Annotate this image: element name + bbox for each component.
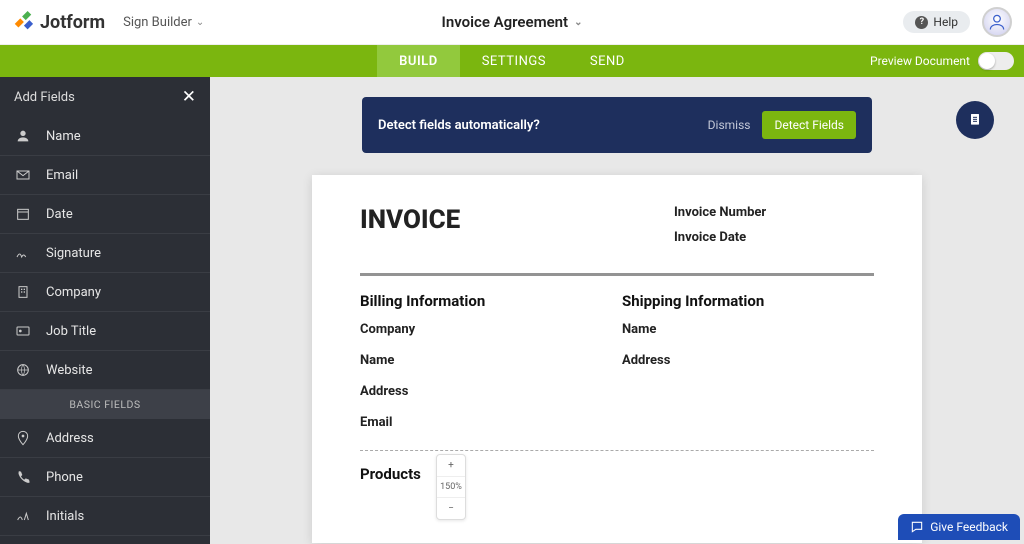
logo-icon bbox=[12, 11, 34, 33]
sign-builder-dropdown[interactable]: Sign Builder ⌄ bbox=[123, 15, 204, 30]
document-page: INVOICE Invoice Number Invoice Date Bill… bbox=[312, 175, 922, 543]
detect-fields-button[interactable]: Detect Fields bbox=[762, 111, 856, 139]
tab-build[interactable]: BUILD bbox=[377, 45, 460, 77]
sidebar-item-label: Signature bbox=[46, 246, 101, 261]
sidebar-item-label: Name bbox=[46, 129, 81, 144]
document-title-dropdown[interactable]: Invoice Agreement ⌄ bbox=[442, 13, 583, 31]
billing-header: Billing Information bbox=[360, 292, 612, 310]
pages-fab[interactable] bbox=[956, 101, 994, 139]
sidebar-title: Add Fields bbox=[14, 90, 75, 105]
dismiss-button[interactable]: Dismiss bbox=[708, 118, 751, 132]
sidebar: Add Fields ✕ Name Email Date Signature C… bbox=[0, 77, 210, 544]
invoice-number-label: Invoice Number bbox=[674, 205, 874, 220]
basic-fields-header: BASIC FIELDS bbox=[0, 390, 210, 419]
sidebar-item-job-title[interactable]: Job Title bbox=[0, 312, 210, 351]
shipping-name-label: Name bbox=[622, 322, 874, 337]
sidebar-item-address[interactable]: Address bbox=[0, 419, 210, 458]
sidebar-item-date[interactable]: Date bbox=[0, 195, 210, 234]
sidebar-item-website[interactable]: Website bbox=[0, 351, 210, 390]
sidebar-item-initials[interactable]: Initials bbox=[0, 497, 210, 536]
document-icon bbox=[967, 112, 983, 128]
user-icon bbox=[14, 127, 32, 145]
billing-address-label: Address bbox=[360, 384, 612, 399]
logo[interactable]: Jotform bbox=[12, 11, 105, 33]
sidebar-item-name[interactable]: Name bbox=[0, 117, 210, 156]
zoom-control: + 150% − bbox=[436, 454, 466, 520]
sidebar-item-label: Initials bbox=[46, 509, 84, 524]
sidebar-item-label: Email bbox=[46, 168, 78, 183]
chat-icon bbox=[910, 520, 924, 534]
sidebar-item-phone[interactable]: Phone bbox=[0, 458, 210, 497]
close-icon[interactable]: ✕ bbox=[182, 87, 196, 107]
sidebar-item-label: Phone bbox=[46, 470, 83, 485]
divider bbox=[360, 273, 874, 276]
sidebar-item-signature[interactable]: Signature bbox=[0, 234, 210, 273]
detect-banner: Detect fields automatically? Dismiss Det… bbox=[362, 97, 872, 153]
billing-company-label: Company bbox=[360, 322, 612, 337]
sidebar-item-company[interactable]: Company bbox=[0, 273, 210, 312]
chevron-down-icon: ⌄ bbox=[574, 17, 582, 28]
shipping-header: Shipping Information bbox=[622, 292, 874, 310]
sign-builder-label: Sign Builder bbox=[123, 15, 192, 30]
canvas: Detect fields automatically? Dismiss Det… bbox=[210, 77, 1024, 544]
initials-icon bbox=[14, 507, 32, 525]
tab-bar: BUILD SETTINGS SEND Preview Document bbox=[0, 45, 1024, 77]
banner-text: Detect fields automatically? bbox=[378, 118, 540, 133]
help-label: Help bbox=[933, 15, 958, 29]
sidebar-item-label: Address bbox=[46, 431, 94, 446]
sidebar-item-email[interactable]: Email bbox=[0, 156, 210, 195]
globe-icon bbox=[14, 361, 32, 379]
dashed-divider bbox=[360, 450, 874, 451]
feedback-label: Give Feedback bbox=[930, 520, 1008, 534]
billing-email-label: Email bbox=[360, 415, 612, 430]
user-icon bbox=[987, 12, 1007, 32]
invoice-title: INVOICE bbox=[360, 205, 674, 235]
tab-settings[interactable]: SETTINGS bbox=[460, 45, 568, 77]
shipping-address-label: Address bbox=[622, 353, 874, 368]
billing-name-label: Name bbox=[360, 353, 612, 368]
calendar-icon bbox=[14, 205, 32, 223]
zoom-out-button[interactable]: − bbox=[437, 497, 465, 519]
help-button[interactable]: ? Help bbox=[903, 11, 970, 33]
preview-label: Preview Document bbox=[870, 54, 970, 68]
building-icon bbox=[14, 283, 32, 301]
sidebar-item-label: Company bbox=[46, 285, 101, 300]
chevron-down-icon: ⌄ bbox=[196, 17, 204, 28]
envelope-icon bbox=[14, 166, 32, 184]
preview-toggle[interactable] bbox=[978, 52, 1014, 70]
document-title: Invoice Agreement bbox=[442, 13, 569, 31]
phone-icon bbox=[14, 468, 32, 486]
sidebar-item-label: Date bbox=[46, 207, 73, 222]
avatar[interactable] bbox=[982, 7, 1012, 37]
zoom-value: 150% bbox=[437, 476, 465, 497]
id-card-icon bbox=[14, 322, 32, 340]
help-icon: ? bbox=[915, 16, 928, 29]
sidebar-item-label: Website bbox=[46, 363, 93, 378]
brand-text: Jotform bbox=[40, 12, 105, 33]
signature-icon bbox=[14, 244, 32, 262]
zoom-in-button[interactable]: + bbox=[437, 455, 465, 476]
sidebar-item-label: Job Title bbox=[46, 324, 96, 339]
invoice-date-label: Invoice Date bbox=[674, 230, 874, 245]
give-feedback-button[interactable]: Give Feedback bbox=[898, 514, 1020, 540]
tab-send[interactable]: SEND bbox=[568, 45, 647, 77]
pin-icon bbox=[14, 429, 32, 447]
